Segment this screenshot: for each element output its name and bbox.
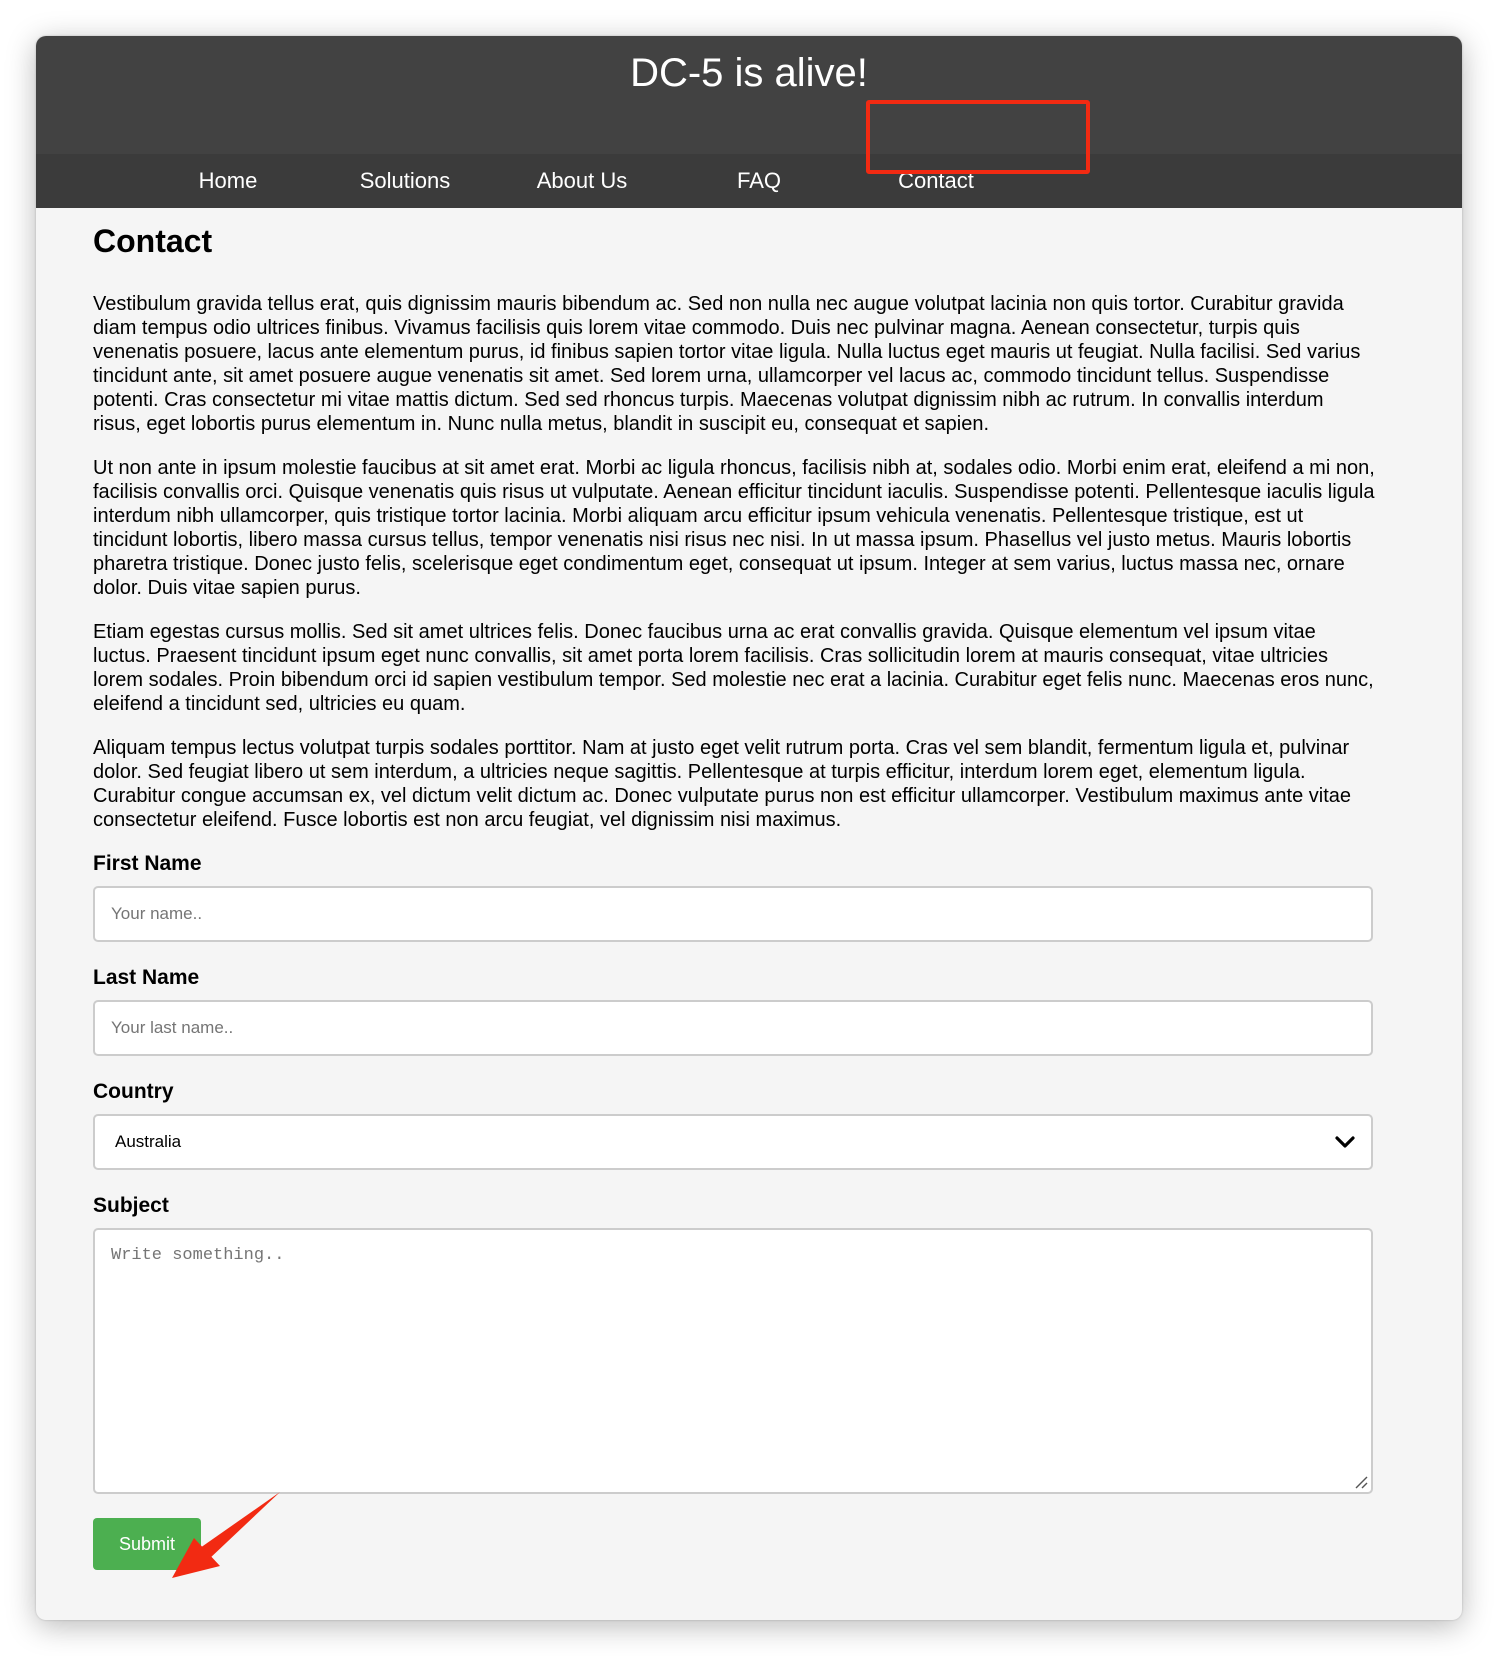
first-name-field[interactable] <box>93 886 1373 942</box>
nav-item-solutions[interactable]: Solutions <box>325 154 485 208</box>
subject-label: Subject <box>93 1194 169 1217</box>
browser-window: DC-5 is alive! Home Solutions About Us F… <box>36 36 1462 1620</box>
resize-grip-icon[interactable] <box>1353 1474 1369 1490</box>
last-name-field[interactable] <box>93 1000 1373 1056</box>
first-name-label: First Name <box>93 852 202 875</box>
country-label: Country <box>93 1080 174 1103</box>
nav-item-faq[interactable]: FAQ <box>679 154 839 208</box>
paragraph: Aliquam tempus lectus volutpat turpis so… <box>93 737 1352 831</box>
country-select[interactable]: Australia <box>93 1114 1373 1170</box>
main-content: Contact Vestibulum gravida tellus erat, … <box>93 218 1375 1570</box>
nav-item-home[interactable]: Home <box>148 154 308 208</box>
subject-textarea[interactable] <box>93 1228 1373 1494</box>
subject-wrapper <box>93 1228 1373 1494</box>
nav-item-about-us[interactable]: About Us <box>502 154 662 208</box>
chevron-down-icon <box>1335 1136 1355 1148</box>
contact-form: First Name Last Name Country Australia S… <box>93 852 1375 1570</box>
site-header: DC-5 is alive! <box>36 36 1462 154</box>
country-selected-value: Australia <box>115 1132 182 1151</box>
paragraph: Ut non ante in ipsum molestie faucibus a… <box>93 457 1375 599</box>
arrow-icon <box>172 1492 280 1578</box>
paragraph: Vestibulum gravida tellus erat, quis dig… <box>93 293 1361 435</box>
page-title: Contact <box>93 223 213 259</box>
site-title: DC-5 is alive! <box>630 51 868 95</box>
paragraph: Etiam egestas cursus mollis. Sed sit ame… <box>93 621 1374 715</box>
contact-highlight-annotation <box>866 100 1090 174</box>
last-name-label: Last Name <box>93 966 200 989</box>
main-nav: Home Solutions About Us FAQ Contact <box>36 154 1462 208</box>
